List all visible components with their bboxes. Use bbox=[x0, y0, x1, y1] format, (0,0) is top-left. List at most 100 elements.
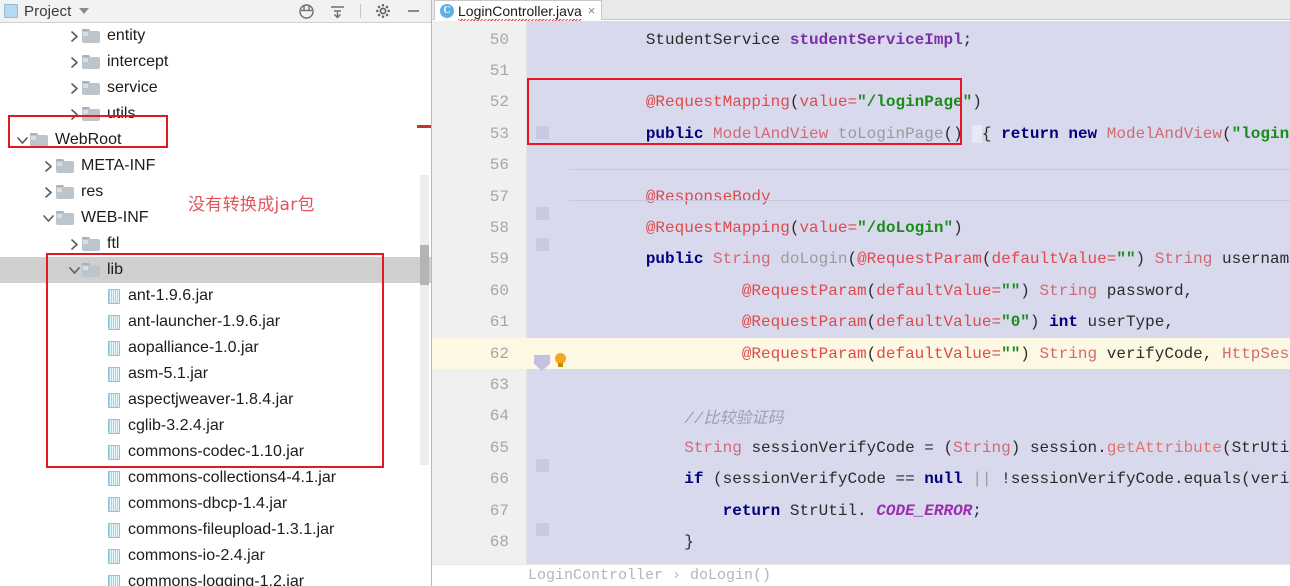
tree-item-ftl[interactable]: ftl bbox=[0, 231, 431, 257]
close-icon[interactable]: × bbox=[588, 4, 596, 17]
tree-item-commons-logging-1-2-jar[interactable]: commons-logging-1.2.jar bbox=[0, 569, 431, 586]
code-line-60[interactable]: 60 @RequestParam(defaultValue="") String… bbox=[432, 275, 1290, 306]
code-line-57[interactable]: 57 @ResponseBody bbox=[432, 181, 1290, 212]
code-text: @RequestParam(defaultValue="") String ve… bbox=[741, 344, 1290, 363]
project-panel-title: Project bbox=[24, 2, 72, 20]
jar-file-icon bbox=[108, 288, 120, 304]
tree-item-aopalliance-1-0-jar[interactable]: aopalliance-1.0.jar bbox=[0, 335, 431, 361]
tree-item-commons-collections4-4-1-jar[interactable]: commons-collections4-4.1.jar bbox=[0, 465, 431, 491]
project-view-icon bbox=[4, 4, 18, 18]
collapse-all-icon[interactable] bbox=[329, 3, 346, 20]
tree-item-commons-fileupload-1-3-1-jar[interactable]: commons-fileupload-1.3.1.jar bbox=[0, 517, 431, 543]
code-text: @RequestMapping(value="/loginPage") bbox=[645, 93, 982, 112]
chevron-right-icon[interactable] bbox=[66, 82, 82, 94]
code-line-52[interactable]: 52 @RequestMapping(value="/loginPage") bbox=[432, 87, 1290, 118]
tree-item-label: ftl bbox=[107, 235, 120, 252]
editor-tab-bar: C LoginController.java × bbox=[432, 0, 1290, 22]
chevron-right-icon[interactable] bbox=[66, 30, 82, 42]
line-number: 50 bbox=[489, 30, 509, 49]
chevron-right-icon[interactable] bbox=[66, 56, 82, 68]
code-line-58[interactable]: 58 @RequestMapping(value="/doLogin") bbox=[432, 212, 1290, 243]
code-line-63[interactable]: 63 bbox=[432, 369, 1290, 400]
tree-item-lib[interactable]: lib bbox=[0, 257, 431, 283]
jar-file-icon bbox=[108, 574, 120, 586]
jar-file-icon bbox=[108, 496, 120, 512]
chevron-down-icon[interactable] bbox=[79, 8, 90, 14]
fold-marker-68[interactable] bbox=[536, 523, 549, 536]
code-text: } bbox=[684, 533, 694, 552]
fold-marker-66[interactable] bbox=[536, 459, 549, 472]
tree-item-entity[interactable]: entity bbox=[0, 23, 431, 49]
folder-icon bbox=[56, 159, 74, 173]
code-line-61[interactable]: 61 @RequestParam(defaultValue="0") int u… bbox=[432, 307, 1290, 338]
line-number: 59 bbox=[489, 250, 509, 269]
jar-file-icon bbox=[108, 314, 120, 330]
toolbar-divider bbox=[360, 4, 361, 18]
folder-icon bbox=[30, 133, 48, 147]
tree-item-asm-5-1-jar[interactable]: asm-5.1.jar bbox=[0, 361, 431, 387]
tree-item-webroot[interactable]: WebRoot bbox=[0, 127, 431, 153]
tree-item-label: lib bbox=[107, 261, 124, 278]
code-line-66[interactable]: 66 if (sessionVerifyCode == null || !ses… bbox=[432, 464, 1290, 495]
code-text: @ResponseBody bbox=[645, 187, 771, 206]
tree-item-cglib-3-2-4-jar[interactable]: cglib-3.2.4.jar bbox=[0, 413, 431, 439]
lightbulb-intention-icon[interactable] bbox=[554, 353, 567, 369]
minimize-icon[interactable] bbox=[405, 3, 421, 19]
tree-item-label: META-INF bbox=[81, 157, 156, 174]
fold-marker-58[interactable] bbox=[536, 238, 549, 251]
tree-item-label: ant-launcher-1.9.6.jar bbox=[128, 313, 281, 330]
tree-item-label: service bbox=[107, 79, 158, 96]
folder-icon bbox=[82, 237, 100, 251]
tree-item-label: aopalliance-1.0.jar bbox=[128, 339, 259, 356]
code-line-59[interactable]: 59 public String doLogin(@RequestParam(d… bbox=[432, 244, 1290, 275]
tree-item-commons-codec-1-10-jar[interactable]: commons-codec-1.10.jar bbox=[0, 439, 431, 465]
folder-icon bbox=[82, 81, 100, 95]
chevron-down-icon[interactable] bbox=[66, 266, 82, 275]
chevron-down-icon[interactable] bbox=[40, 214, 56, 223]
code-line-65[interactable]: 65 String sessionVerifyCode = (String) s… bbox=[432, 432, 1290, 463]
project-panel-title-group[interactable]: Project bbox=[4, 2, 90, 20]
tree-item-label: intercept bbox=[107, 53, 169, 70]
code-line-56[interactable]: 56 bbox=[432, 150, 1290, 181]
tree-item-intercept[interactable]: intercept bbox=[0, 49, 431, 75]
code-line-50[interactable]: 50 StudentService studentServiceImpl; bbox=[432, 24, 1290, 55]
java-class-icon: C bbox=[440, 3, 454, 18]
sidebar-scrollbar-thumb[interactable] bbox=[420, 245, 429, 285]
chevron-right-icon[interactable] bbox=[40, 160, 56, 172]
gear-icon[interactable] bbox=[375, 3, 391, 19]
tree-item-utils[interactable]: utils bbox=[0, 101, 431, 127]
tree-item-ant-launcher-1-9-6-jar[interactable]: ant-launcher-1.9.6.jar bbox=[0, 309, 431, 335]
tree-item-commons-io-2-4-jar[interactable]: commons-io-2.4.jar bbox=[0, 543, 431, 569]
code-line-67[interactable]: 67 return StrUtil. CODE_ERROR; bbox=[432, 495, 1290, 526]
tab-logincontroller-java[interactable]: C LoginController.java × bbox=[434, 0, 603, 22]
chevron-right-icon[interactable] bbox=[66, 108, 82, 120]
tree-item-commons-dbcp-1-4-jar[interactable]: commons-dbcp-1.4.jar bbox=[0, 491, 431, 517]
chevron-right-icon[interactable] bbox=[66, 238, 82, 250]
chevron-right-icon[interactable] bbox=[40, 186, 56, 198]
chevron-down-icon[interactable] bbox=[14, 136, 30, 145]
tree-item-label: commons-collections4-4.1.jar bbox=[128, 469, 337, 486]
line-number: 68 bbox=[489, 533, 509, 552]
fold-marker-53[interactable] bbox=[536, 126, 549, 139]
project-tree[interactable]: entity intercept service utils WebRoot META-I… bbox=[0, 23, 431, 586]
code-line-68[interactable]: 68 } bbox=[432, 526, 1290, 557]
tree-item-service[interactable]: service bbox=[0, 75, 431, 101]
tree-item-ant-1-9-6-jar[interactable]: ant-1.9.6.jar bbox=[0, 283, 431, 309]
code-line-53[interactable]: 53 public ModelAndView toLoginPage() { r… bbox=[432, 118, 1290, 149]
line-number: 57 bbox=[489, 187, 509, 206]
fold-marker-57[interactable] bbox=[536, 207, 549, 220]
code-separator-1 bbox=[569, 169, 1290, 170]
tree-item-label: commons-io-2.4.jar bbox=[128, 547, 265, 564]
locate-file-icon[interactable] bbox=[298, 3, 315, 20]
code-editor[interactable]: 50 StudentService studentServiceImpl; 51 5… bbox=[432, 21, 1290, 586]
code-line-64[interactable]: 64 //比较验证码 bbox=[432, 401, 1290, 432]
tree-item-label: commons-logging-1.2.jar bbox=[128, 573, 305, 586]
tree-item-meta-inf[interactable]: META-INF bbox=[0, 153, 431, 179]
tree-item-aspectjweaver-1-8-4-jar[interactable]: aspectjweaver-1.8.4.jar bbox=[0, 387, 431, 413]
project-panel-header: Project bbox=[0, 0, 431, 23]
annotation-dash-right bbox=[417, 125, 431, 128]
breadcrumb[interactable]: LoginController › doLogin() bbox=[432, 564, 1290, 586]
sidebar-scrollbar-track[interactable] bbox=[420, 175, 429, 465]
jar-file-icon bbox=[108, 548, 120, 564]
code-line-51[interactable]: 51 bbox=[432, 55, 1290, 86]
